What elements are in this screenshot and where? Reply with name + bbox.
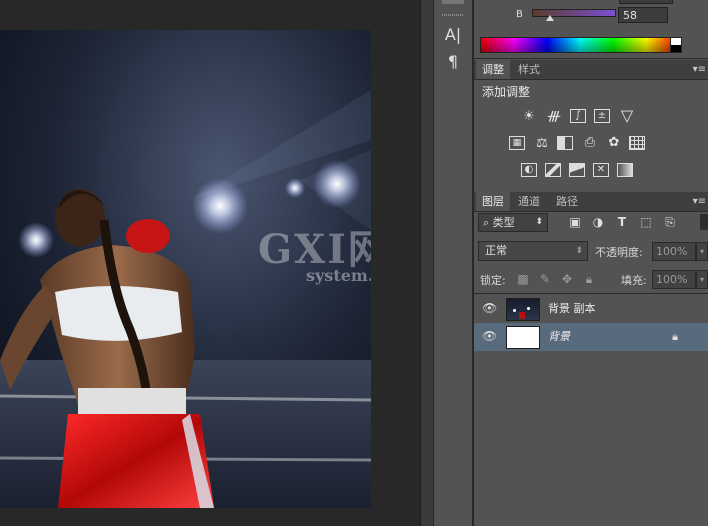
lock-label: 锁定:: [480, 274, 506, 287]
tab-layers[interactable]: 图层: [476, 192, 510, 211]
opacity-label: 不透明度:: [595, 246, 643, 259]
blend-mode-dropdown[interactable]: 正常 ⬍: [478, 241, 588, 261]
gradient-map-icon[interactable]: [617, 163, 633, 177]
tab-adjustments[interactable]: 调整: [476, 60, 510, 79]
fill-field[interactable]: 100%: [652, 270, 696, 289]
black-white-icon[interactable]: [557, 136, 573, 150]
lock-all-icon[interactable]: 🔒︎: [582, 272, 596, 286]
color-spectrum-bar[interactable]: [480, 37, 680, 53]
filter-shape-icon[interactable]: ⬚: [639, 214, 653, 230]
color-lookup-icon[interactable]: [629, 136, 645, 150]
blend-mode-value: 正常: [485, 244, 507, 257]
layer-filter-dropdown[interactable]: ⌕ 类型 ⬍: [478, 213, 548, 232]
layers-panel-menu-icon[interactable]: ▾≡: [693, 192, 706, 211]
layer-name[interactable]: 背景 副本: [548, 295, 596, 323]
eye-icon[interactable]: 👁︎: [482, 302, 497, 314]
filter-type-icon[interactable]: T: [615, 214, 629, 230]
opacity-field[interactable]: 100%: [652, 242, 696, 261]
layer-lock-icon: 🔒︎: [672, 330, 678, 343]
curves-icon[interactable]: ∫: [570, 109, 586, 123]
selective-color-icon[interactable]: ✕: [593, 163, 609, 177]
search-icon: ⌕: [483, 216, 493, 229]
watermark-url: system.com: [306, 266, 371, 285]
tab-channels[interactable]: 通道: [512, 192, 546, 211]
layers-tabbar: 图层 通道 路径 ▾≡: [474, 192, 708, 212]
watermark-logo: GXI网: [258, 226, 371, 273]
lock-transparent-pixels-icon[interactable]: ▩: [516, 272, 530, 286]
dropdown-arrows-icon: ⬍: [575, 246, 583, 256]
filter-pixel-icon[interactable]: ▣: [568, 214, 582, 230]
invert-icon[interactable]: ◐: [521, 163, 537, 177]
threshold-icon[interactable]: [569, 163, 585, 177]
panel-menu-icon[interactable]: ▾≡: [693, 60, 706, 79]
channel-mixer-icon[interactable]: ✿: [605, 135, 623, 150]
lock-position-icon[interactable]: ✥: [560, 272, 574, 286]
filter-smart-object-icon[interactable]: ⎘: [663, 214, 677, 230]
brightness-contrast-icon[interactable]: ☀: [520, 109, 538, 124]
color-balance-icon[interactable]: ⚖: [533, 136, 551, 151]
filter-toggle[interactable]: [700, 214, 708, 230]
b-value-field[interactable]: 58: [618, 7, 668, 23]
character-panel-icon[interactable]: A|: [443, 25, 463, 45]
dock-button-top[interactable]: [442, 0, 464, 4]
b-channel-slider[interactable]: [532, 9, 616, 17]
paragraph-panel-icon[interactable]: ¶: [443, 52, 463, 72]
levels-icon[interactable]: ᚍ: [545, 109, 563, 124]
tab-paths[interactable]: 路径: [550, 192, 584, 211]
layer-row-background[interactable]: 👁︎ 背景 🔒︎: [474, 323, 708, 352]
document-image[interactable]: GXI网 system.com: [0, 30, 371, 508]
fill-arrow-icon[interactable]: ▾: [696, 270, 708, 289]
layers-list-empty-area[interactable]: [474, 351, 708, 526]
layer-name[interactable]: 背景: [548, 323, 570, 351]
watermark: GXI网 system.com: [258, 230, 371, 300]
panel-dock-column: A| ¶: [433, 0, 473, 526]
adjustments-title: 添加调整: [482, 85, 531, 99]
right-panels: B 58 调整 样式 ▾≡ 添加调整 ☀ ᚍ ∫ ± ▽ ▦ ⚖ ⎙ ✿ ◐ ✕…: [474, 0, 708, 526]
adjustments-tabbar: 调整 样式 ▾≡: [474, 60, 708, 80]
black-white-swatch[interactable]: [670, 37, 682, 53]
divider: [474, 293, 708, 294]
b-channel-label: B: [516, 9, 523, 20]
layer-row-background-copy[interactable]: 👁︎ 背景 副本: [474, 295, 708, 324]
dropdown-arrows-icon: ⬍: [535, 217, 543, 227]
eye-icon[interactable]: 👁︎: [482, 330, 497, 342]
tab-styles[interactable]: 样式: [512, 60, 546, 79]
document-canvas-area[interactable]: GXI网 system.com: [0, 0, 420, 526]
fill-label: 填充:: [621, 274, 647, 287]
color-panel: B 58: [474, 0, 708, 59]
lock-image-pixels-icon[interactable]: ✎: [538, 272, 552, 286]
photo-filter-icon[interactable]: ⎙: [581, 135, 599, 150]
vibrance-icon[interactable]: ▽: [618, 108, 636, 124]
collapsed-panel-strip: [420, 0, 433, 526]
exposure-icon[interactable]: ±: [594, 109, 610, 123]
filter-adjustment-icon[interactable]: ◑: [591, 214, 605, 230]
layer-thumbnail: [506, 298, 540, 321]
posterize-icon[interactable]: [545, 163, 561, 177]
b-slider-thumb[interactable]: [546, 15, 554, 21]
dock-grip[interactable]: [442, 14, 464, 16]
g-value-field[interactable]: [619, 0, 673, 4]
hue-saturation-icon[interactable]: ▦: [509, 136, 525, 150]
layer-thumbnail: [506, 326, 540, 349]
layer-filter-label: 类型: [492, 216, 515, 229]
opacity-arrow-icon[interactable]: ▾: [696, 242, 708, 261]
